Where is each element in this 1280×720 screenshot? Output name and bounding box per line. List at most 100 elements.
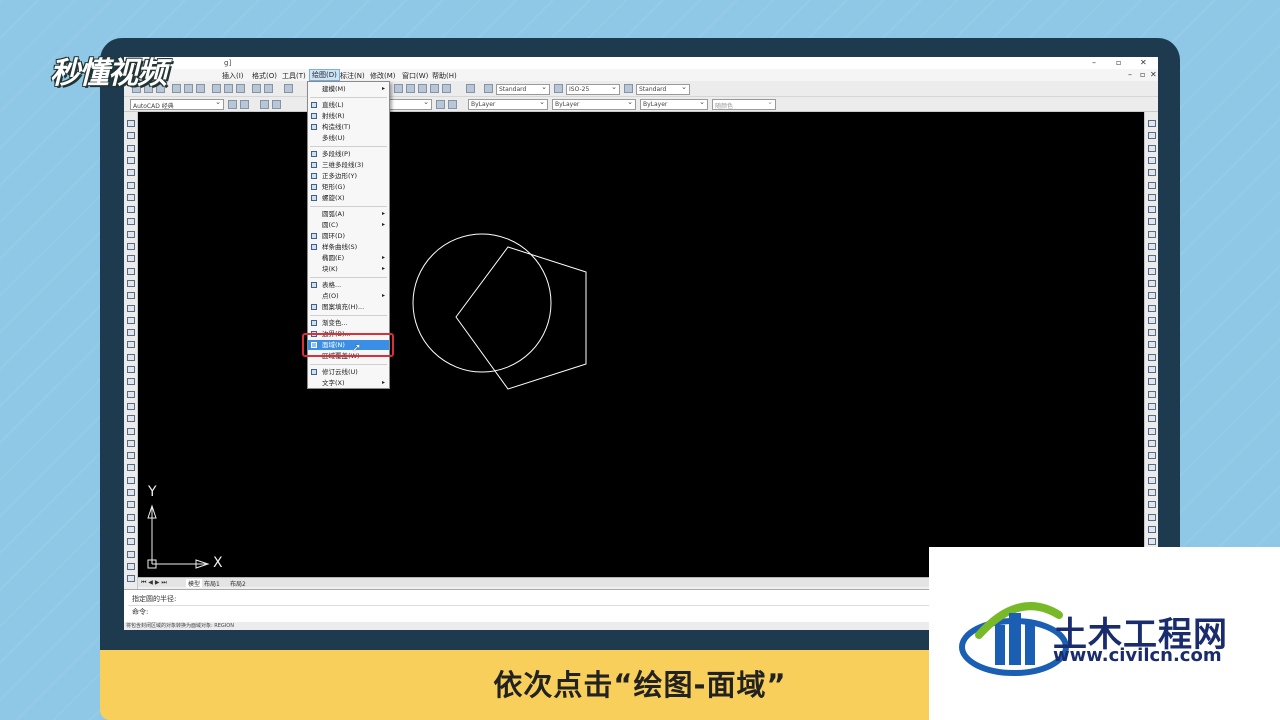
modify-tool-icon[interactable]	[1148, 538, 1156, 546]
modify-tool-icon[interactable]	[1148, 304, 1156, 312]
draw-menu-item-13[interactable]: 圆环(D)	[308, 231, 389, 241]
text-style-select[interactable]: Standard	[496, 84, 550, 95]
lineweight-select[interactable]: ByLayer	[640, 99, 708, 110]
modify-tool-icon[interactable]	[1148, 366, 1156, 373]
draw-menu-item-12[interactable]: 圆(C) ▸	[308, 220, 389, 230]
draw-menu-item-16[interactable]: 块(K) ▸	[308, 264, 389, 274]
tab-layout2[interactable]: 布局2	[230, 579, 246, 588]
modify-tool-icon[interactable]	[1148, 501, 1156, 509]
modify-tool-icon[interactable]	[1148, 378, 1156, 386]
draw-tool-icon[interactable]	[127, 132, 135, 140]
draw-tool-icon[interactable]	[127, 489, 135, 496]
draw-tool-icon[interactable]	[127, 452, 135, 460]
doc-minimize-icon[interactable]: –	[1128, 70, 1132, 79]
publish-icon[interactable]	[196, 84, 205, 93]
draw-menu-item-17[interactable]: 表格...	[308, 280, 389, 290]
modify-tool-icon[interactable]	[1148, 255, 1156, 263]
draw-tool-icon[interactable]	[127, 169, 135, 177]
close-icon[interactable]: ✕	[1140, 58, 1147, 67]
draw-tool-icon[interactable]	[127, 316, 135, 324]
menu-help[interactable]: 帮助(H)	[432, 71, 457, 81]
modify-tool-icon[interactable]	[1148, 144, 1156, 152]
draw-menu-item-7[interactable]: 三维多段线(3)	[308, 160, 389, 170]
properties-icon[interactable]	[442, 84, 451, 93]
modify-tool-icon[interactable]	[1148, 452, 1156, 460]
draw-menu-item-3[interactable]: 射线(R)	[308, 111, 389, 121]
modify-tool-icon[interactable]	[1148, 267, 1156, 275]
modify-tool-icon[interactable]	[1148, 120, 1156, 127]
draw-tool-icon[interactable]	[127, 366, 135, 373]
draw-tool-icon[interactable]	[127, 501, 135, 509]
print-icon[interactable]	[172, 84, 181, 93]
draw-tool-icon[interactable]	[127, 144, 135, 152]
modify-tool-icon[interactable]	[1148, 513, 1156, 521]
workspace-save-icon[interactable]	[240, 100, 249, 109]
layer-manager-icon[interactable]	[260, 100, 269, 109]
maximize-icon[interactable]: ▫	[1116, 58, 1121, 67]
modify-tool-icon[interactable]	[1148, 230, 1156, 238]
modify-tool-icon[interactable]	[1148, 243, 1156, 250]
draw-tool-icon[interactable]	[127, 292, 135, 300]
draw-tool-icon[interactable]	[127, 476, 135, 484]
pan-icon[interactable]	[394, 84, 403, 93]
draw-tool-icon[interactable]	[127, 255, 135, 263]
dim-style-select[interactable]: ISO-25	[566, 84, 620, 95]
zoom-window-icon[interactable]	[418, 84, 427, 93]
command-prompt[interactable]: 命令:	[132, 607, 148, 617]
draw-tool-icon[interactable]	[127, 513, 135, 521]
draw-menu-item-14[interactable]: 样条曲线(S)	[308, 242, 389, 252]
draw-tool-icon[interactable]	[127, 206, 135, 214]
copy-icon[interactable]	[224, 84, 233, 93]
draw-menu-item-25[interactable]: 文字(X) ▸	[308, 378, 389, 388]
draw-tool-icon[interactable]	[127, 230, 135, 238]
layer-select[interactable]	[386, 99, 432, 110]
modify-tool-icon[interactable]	[1148, 193, 1156, 201]
draw-tool-icon[interactable]	[127, 575, 135, 583]
minimize-icon[interactable]: –	[1092, 58, 1096, 67]
modify-tool-icon[interactable]	[1148, 132, 1156, 140]
linetype-select[interactable]: ByLayer	[552, 99, 636, 110]
modify-tool-icon[interactable]	[1148, 439, 1156, 447]
draw-tool-icon[interactable]	[127, 538, 135, 546]
workspace-select[interactable]: AutoCAD 经典	[130, 99, 224, 110]
draw-tool-icon[interactable]	[127, 562, 135, 570]
modify-tool-icon[interactable]	[1148, 206, 1156, 214]
draw-tool-icon[interactable]	[127, 402, 135, 410]
draw-menu-item-2[interactable]: 直线(L)	[308, 100, 389, 110]
draw-menu-item-19[interactable]: 图案填充(H)...	[308, 302, 389, 312]
color-select[interactable]: ByLayer	[468, 99, 548, 110]
tab-layout1[interactable]: 布局1	[204, 579, 220, 588]
layer-previous-icon[interactable]	[448, 100, 457, 109]
modify-tool-icon[interactable]	[1148, 476, 1156, 484]
modify-tool-icon[interactable]	[1148, 464, 1156, 472]
draw-menu-item-15[interactable]: 椭圆(E) ▸	[308, 253, 389, 263]
help-icon[interactable]	[466, 84, 475, 93]
tab-model[interactable]: 模型	[186, 579, 203, 588]
modify-tool-icon[interactable]	[1148, 525, 1156, 533]
menu-insert[interactable]: 插入(I)	[222, 71, 244, 81]
modify-tool-icon[interactable]	[1148, 353, 1156, 361]
tab-nav-icon[interactable]: ⏮ ◀ ▶ ⏭	[141, 579, 167, 587]
doc-close-icon[interactable]: ✕	[1150, 70, 1157, 79]
menu-draw[interactable]: 绘图(D)	[309, 69, 340, 81]
preview-icon[interactable]	[184, 84, 193, 93]
modify-tool-icon[interactable]	[1148, 292, 1156, 300]
draw-tool-icon[interactable]	[127, 329, 135, 337]
draw-menu-item-10[interactable]: 螺旋(X)	[308, 193, 389, 203]
drawing-canvas[interactable]: Y X	[138, 112, 1144, 577]
make-current-layer-icon[interactable]	[436, 100, 445, 109]
draw-menu-item-5[interactable]: 多线(U)	[308, 133, 389, 143]
modify-tool-icon[interactable]	[1148, 402, 1156, 410]
modify-tool-icon[interactable]	[1148, 415, 1156, 423]
modify-tool-icon[interactable]	[1148, 169, 1156, 177]
draw-tool-icon[interactable]	[127, 464, 135, 472]
draw-tool-icon[interactable]	[127, 415, 135, 423]
draw-tool-icon[interactable]	[127, 341, 135, 349]
table-style-select[interactable]: Standard	[636, 84, 690, 95]
draw-tool-icon[interactable]	[127, 279, 135, 287]
modify-tool-icon[interactable]	[1148, 390, 1156, 398]
menu-format[interactable]: 格式(O)	[252, 71, 277, 81]
workspace-settings-icon[interactable]	[228, 100, 237, 109]
draw-menu-item-6[interactable]: 多段线(P)	[308, 149, 389, 159]
undo-icon[interactable]	[284, 84, 293, 93]
